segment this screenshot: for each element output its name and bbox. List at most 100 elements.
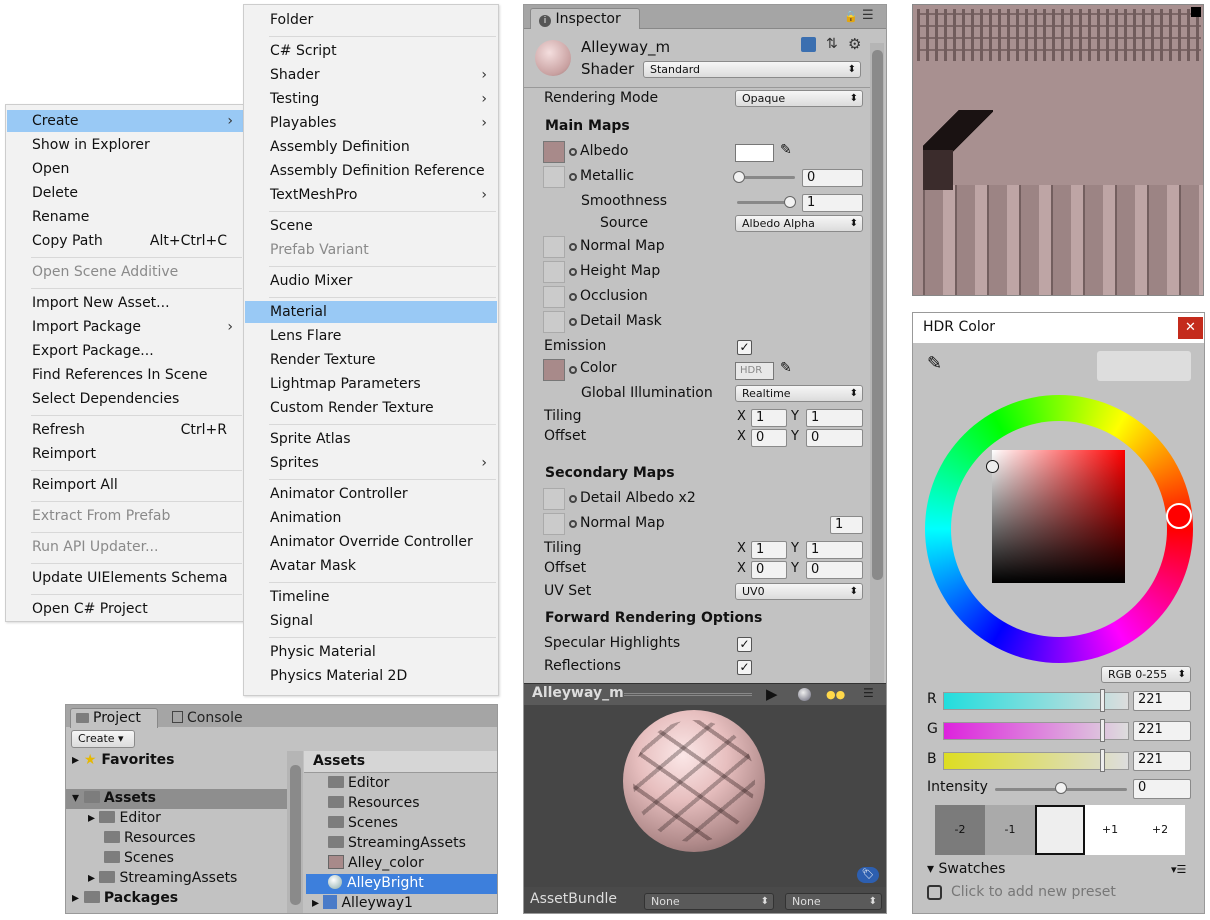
menu-item-import-new-asset[interactable]: Import New Asset... bbox=[7, 292, 243, 314]
albedo-color-swatch[interactable] bbox=[735, 144, 774, 162]
create-item-animator-override-controller[interactable]: Animator Override Controller bbox=[245, 531, 497, 553]
tag-icon[interactable]: 🏷 bbox=[857, 867, 879, 883]
emission-color-slot[interactable] bbox=[543, 359, 565, 381]
emission-hdr-swatch[interactable]: HDR bbox=[735, 362, 774, 380]
intensity-slider-knob[interactable] bbox=[1055, 782, 1067, 794]
occlusion-slot[interactable] bbox=[543, 286, 565, 308]
exposure-stop-current[interactable] bbox=[1035, 805, 1085, 855]
tree-item-scenes[interactable]: Scenes bbox=[104, 850, 174, 866]
close-button[interactable]: ✕ bbox=[1178, 317, 1203, 339]
book-icon[interactable] bbox=[801, 37, 816, 52]
exposure-stop-minus1[interactable]: -1 bbox=[985, 805, 1035, 855]
intensity-value-field[interactable]: 0 bbox=[1133, 779, 1191, 799]
create-item-sprites[interactable]: Sprites › bbox=[245, 452, 497, 474]
eyedropper-icon[interactable]: ✎ bbox=[927, 353, 942, 374]
r-value-field[interactable]: 221 bbox=[1133, 691, 1191, 711]
menu-item-update-uielements-schema[interactable]: Update UIElements Schema bbox=[7, 567, 243, 589]
menu-item-copy-path[interactable]: Copy Path Alt+Ctrl+C bbox=[7, 230, 243, 252]
file-alleybright[interactable]: AlleyBright bbox=[328, 875, 424, 891]
create-item-physics-material-2d[interactable]: Physics Material 2D bbox=[245, 665, 497, 687]
menu-item-find-references-in-scene[interactable]: Find References In Scene bbox=[7, 364, 243, 386]
create-item-sprite-atlas[interactable]: Sprite Atlas bbox=[245, 428, 497, 450]
b-value-field[interactable]: 221 bbox=[1133, 751, 1191, 771]
create-item-shader[interactable]: Shader › bbox=[245, 64, 497, 86]
color-mode-dropdown[interactable]: RGB 0-255 bbox=[1101, 666, 1191, 683]
detail-mask-slot[interactable] bbox=[543, 311, 565, 333]
material-preview-sphere[interactable] bbox=[623, 710, 765, 852]
sv-cursor[interactable] bbox=[986, 460, 999, 473]
secondary-normal-map-slot[interactable] bbox=[543, 513, 565, 535]
normal-scale-field[interactable]: 1 bbox=[830, 516, 863, 534]
menu-item-select-dependencies[interactable]: Select Dependencies bbox=[7, 388, 243, 410]
hue-cursor[interactable] bbox=[1166, 503, 1192, 529]
tab-inspector[interactable]: i Inspector bbox=[530, 8, 640, 29]
create-item-assembly-definition[interactable]: Assembly Definition bbox=[245, 136, 497, 158]
scrollbar-thumb[interactable] bbox=[872, 50, 883, 580]
create-item-animator-controller[interactable]: Animator Controller bbox=[245, 483, 497, 505]
tab-console[interactable]: Console bbox=[172, 709, 243, 727]
menu-item-export-package[interactable]: Export Package... bbox=[7, 340, 243, 362]
gear-icon[interactable]: ⚙ bbox=[848, 35, 861, 53]
tiling2-x-field[interactable]: 1 bbox=[751, 541, 787, 559]
create-item-animation[interactable]: Animation bbox=[245, 507, 497, 529]
shader-dropdown[interactable]: Standard bbox=[643, 61, 861, 78]
height-map-slot[interactable] bbox=[543, 261, 565, 283]
tree-item-editor[interactable]: ▸ Editor bbox=[88, 810, 161, 826]
eyedropper-icon[interactable]: ✎ bbox=[780, 360, 792, 376]
create-item-physic-material[interactable]: Physic Material bbox=[245, 641, 497, 663]
create-item-playables[interactable]: Playables › bbox=[245, 112, 497, 134]
preview-menu-icon[interactable]: ☰ bbox=[863, 686, 874, 700]
gi-dropdown[interactable]: Realtime bbox=[735, 385, 863, 402]
metallic-slider-knob[interactable] bbox=[733, 171, 745, 183]
metallic-value-field[interactable]: 0 bbox=[802, 169, 863, 187]
specular-checkbox[interactable]: ✓ bbox=[737, 637, 752, 652]
menu-item-open[interactable]: Open bbox=[7, 158, 243, 180]
menu-item-reimport-all[interactable]: Reimport All bbox=[7, 474, 243, 496]
source-dropdown[interactable]: Albedo Alpha bbox=[735, 215, 863, 232]
assetbundle-variant-dropdown[interactable]: None bbox=[785, 893, 882, 910]
uv-set-dropdown[interactable]: UV0 bbox=[735, 583, 863, 600]
create-item-custom-render-texture[interactable]: Custom Render Texture bbox=[245, 397, 497, 419]
create-item-render-texture[interactable]: Render Texture bbox=[245, 349, 497, 371]
file-alleyway1[interactable]: ▸ Alleyway1 bbox=[312, 895, 413, 911]
eyedropper-icon[interactable]: ✎ bbox=[780, 142, 792, 158]
create-dropdown[interactable]: Create ▾ bbox=[71, 730, 135, 748]
tree-item-resources[interactable]: Resources bbox=[104, 830, 196, 846]
file-scenes[interactable]: Scenes bbox=[328, 815, 398, 831]
metallic-slider[interactable] bbox=[737, 176, 795, 179]
exposure-stop-plus2[interactable]: +2 bbox=[1135, 805, 1185, 855]
create-item-assembly-definition-reference[interactable]: Assembly Definition Reference bbox=[245, 160, 497, 182]
emission-checkbox[interactable]: ✓ bbox=[737, 340, 752, 355]
metallic-texture-slot[interactable] bbox=[543, 166, 565, 188]
tree-item-streamingassets[interactable]: ▸ StreamingAssets bbox=[88, 870, 237, 886]
settings-sliders-icon[interactable]: ⇅ bbox=[826, 36, 838, 52]
file-alley-color[interactable]: Alley_color bbox=[328, 855, 424, 871]
exposure-stop-plus1[interactable]: +1 bbox=[1085, 805, 1135, 855]
create-item-material[interactable]: Material bbox=[245, 301, 497, 323]
menu-item-create[interactable]: Create › bbox=[7, 110, 243, 132]
swatches-foldout[interactable]: ▾ Swatches bbox=[927, 861, 1005, 877]
offset2-y-field[interactable]: 0 bbox=[806, 561, 863, 579]
tiling-x-field[interactable]: 1 bbox=[751, 409, 787, 427]
tree-favorites[interactable]: ▸ ★ Favorites bbox=[72, 752, 175, 768]
create-item-folder[interactable]: Folder bbox=[245, 9, 497, 31]
file-resources[interactable]: Resources bbox=[328, 795, 420, 811]
menu-item-refresh[interactable]: Refresh Ctrl+R bbox=[7, 419, 243, 441]
saturation-value-square[interactable] bbox=[992, 450, 1125, 583]
menu-item-delete[interactable]: Delete bbox=[7, 182, 243, 204]
r-slider-handle[interactable] bbox=[1100, 689, 1105, 712]
tree-assets[interactable]: ▾ Assets bbox=[72, 790, 156, 806]
play-icon[interactable]: ▶ bbox=[766, 685, 778, 703]
sphere-preview-icon[interactable] bbox=[798, 688, 811, 701]
rendering-mode-dropdown[interactable]: Opaque bbox=[735, 90, 863, 107]
create-item-signal[interactable]: Signal bbox=[245, 610, 497, 632]
swatches-menu-icon[interactable]: ▾☰ bbox=[1171, 863, 1186, 876]
smoothness-slider-knob[interactable] bbox=[784, 196, 796, 208]
assetbundle-name-dropdown[interactable]: None bbox=[644, 893, 774, 910]
create-item-avatar-mask[interactable]: Avatar Mask bbox=[245, 555, 497, 577]
create-item-timeline[interactable]: Timeline bbox=[245, 586, 497, 608]
file-editor[interactable]: Editor bbox=[328, 775, 389, 791]
offset-y-field[interactable]: 0 bbox=[806, 429, 863, 447]
normal-map-slot[interactable] bbox=[543, 236, 565, 258]
create-item-c-script[interactable]: C# Script bbox=[245, 40, 497, 62]
